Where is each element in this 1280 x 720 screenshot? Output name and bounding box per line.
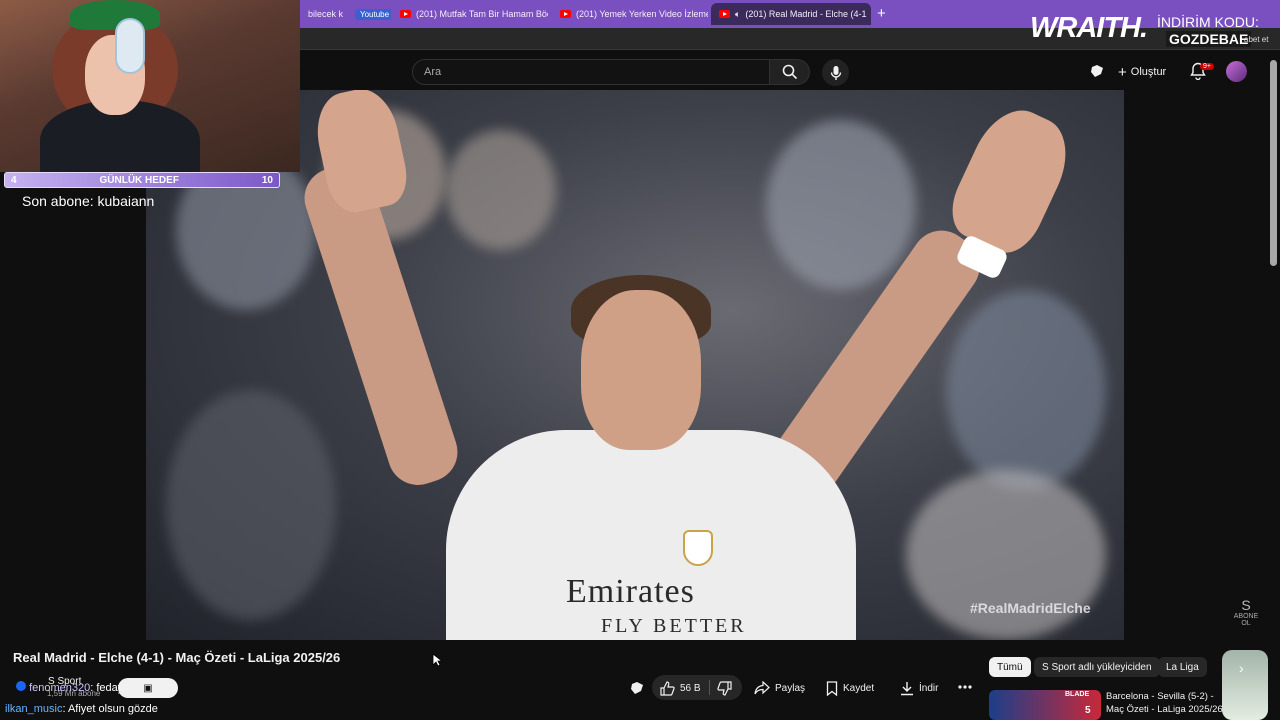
cast-button[interactable] <box>1090 64 1105 83</box>
microphone-icon <box>830 65 841 80</box>
save-label: Kaydet <box>843 682 875 694</box>
share-icon <box>754 681 770 695</box>
shirt-sponsor: Emirates <box>566 573 695 610</box>
club-crest-icon <box>683 530 713 566</box>
thumbnail-brand: BLADE <box>1065 691 1090 698</box>
more-actions-button[interactable] <box>958 680 972 699</box>
plus-icon: + <box>1118 63 1127 81</box>
download-button[interactable]: İndir <box>900 676 938 700</box>
like-button[interactable]: 56 B <box>660 676 701 700</box>
new-tab-button[interactable]: + <box>877 5 886 22</box>
cast-action-button[interactable] <box>630 676 645 700</box>
tab-label: (201) Real Madrid - Elche (4-1 <box>745 9 867 19</box>
youtube-icon <box>560 10 571 18</box>
goal-label: GÜNLÜK HEDEF <box>99 174 179 186</box>
chat-user: ilkan_music <box>5 703 63 715</box>
voice-search-button[interactable] <box>822 59 849 86</box>
share-button[interactable]: Paylaş <box>754 676 805 700</box>
tab-label: (201) Yemek Yerken Video İzlemek <box>576 9 708 19</box>
search-button[interactable] <box>770 59 810 85</box>
search-placeholder: Ara <box>424 66 442 78</box>
video-player[interactable]: Emirates FLY BETTER #RealMadridElche <box>146 90 1124 640</box>
chevron-right-icon: › <box>1239 660 1244 676</box>
tab-label: bilecek k <box>308 9 344 19</box>
chat-user: fenomen320 <box>29 682 91 694</box>
dislike-button[interactable] <box>717 676 732 700</box>
create-label: Oluştur <box>1130 66 1167 78</box>
youtube-icon <box>719 10 730 18</box>
more-icon <box>958 685 972 689</box>
chat-message: ilkan_music: Afiyet olsun gözde <box>5 703 158 715</box>
avatar[interactable] <box>1226 61 1247 82</box>
thumbs-down-icon <box>717 680 732 696</box>
like-count: 56 B <box>680 682 701 694</box>
tab-label: (201) Mutfak Tam Bir Hamam Böc <box>416 9 548 19</box>
scrollbar[interactable] <box>1270 60 1277 266</box>
search-input[interactable]: Ara <box>412 59 770 85</box>
download-icon <box>901 681 913 695</box>
browser-tab[interactable]: (201) Mutfak Tam Bir Hamam Böc ✕ <box>392 3 548 25</box>
watermark-label: ABONE OL <box>1233 613 1259 627</box>
emote-icon: ▣ <box>143 682 153 694</box>
headset-icon <box>115 18 145 74</box>
goal-end: 10 <box>261 174 273 186</box>
channel-watermark[interactable]: S ABONE OL <box>1231 597 1261 627</box>
youtube-icon <box>400 10 411 18</box>
thumbnail-score: 5 <box>1085 705 1091 716</box>
mouse-cursor-icon <box>432 653 444 672</box>
browser-tab[interactable]: (201) Yemek Yerken Video İzlemek ✕ <box>552 3 708 25</box>
streamer-webcam <box>0 0 300 172</box>
bookmark-icon <box>826 680 838 696</box>
save-button[interactable]: Kaydet <box>826 676 874 700</box>
promo-label: İNDİRİM KODU: <box>1157 14 1259 30</box>
sponsor-brand: WRAITH. <box>1030 12 1148 44</box>
notification-badge: 9+ <box>1200 63 1214 70</box>
search-icon <box>782 64 797 80</box>
tab-group-label[interactable]: Youtube <box>347 3 391 25</box>
promo-code: GOZDEBAE <box>1166 31 1252 47</box>
chip-all[interactable]: Tümü <box>989 657 1031 677</box>
chip-from-uploader[interactable]: S Sport adlı yükleyiciden <box>1034 657 1160 677</box>
share-label: Paylaş <box>775 682 806 694</box>
video-title: Real Madrid - Elche (4-1) - Maç Özeti - … <box>13 650 341 665</box>
chat-badge-icon <box>16 681 26 691</box>
browser-tab-active[interactable]: 🔈︎ (201) Real Madrid - Elche (4-1 ✕ <box>711 3 871 25</box>
browser-tab[interactable]: bilecek k ✕ <box>300 3 346 25</box>
create-button[interactable]: + Oluştur <box>1114 61 1174 83</box>
cast-icon <box>631 682 643 694</box>
streamer-hat <box>70 0 160 30</box>
chat-emote: ▣ <box>118 678 178 698</box>
last-subscriber: Son abone: kubaiann <box>22 193 155 209</box>
cast-icon <box>1091 65 1103 77</box>
speaker-icon: 🔈︎ <box>735 8 741 19</box>
chips-next-button[interactable]: › <box>1222 650 1268 720</box>
daily-goal-bar: 4 GÜNLÜK HEDEF 10 <box>4 172 280 188</box>
player-head <box>581 290 701 450</box>
video-hashtag-overlay: #RealMadridElche <box>970 600 1091 616</box>
chat-text: : Afiyet olsun gözde <box>62 703 158 715</box>
recommended-title[interactable]: Barcelona - Sevilla (5-2) - Maç Özeti - … <box>1106 691 1226 716</box>
chip-la-liga[interactable]: La Liga <box>1158 657 1207 677</box>
video-side-area <box>1124 90 1280 640</box>
promo-small-text: abet et <box>1244 35 1269 44</box>
shirt-sponsor-tagline: FLY BETTER <box>601 615 747 637</box>
watermark-logo-icon: S <box>1241 597 1251 613</box>
divider <box>709 680 710 695</box>
thumbs-up-icon <box>660 680 675 696</box>
tab-group-youtube: Youtube <box>355 8 391 20</box>
download-label: İndir <box>919 682 939 694</box>
